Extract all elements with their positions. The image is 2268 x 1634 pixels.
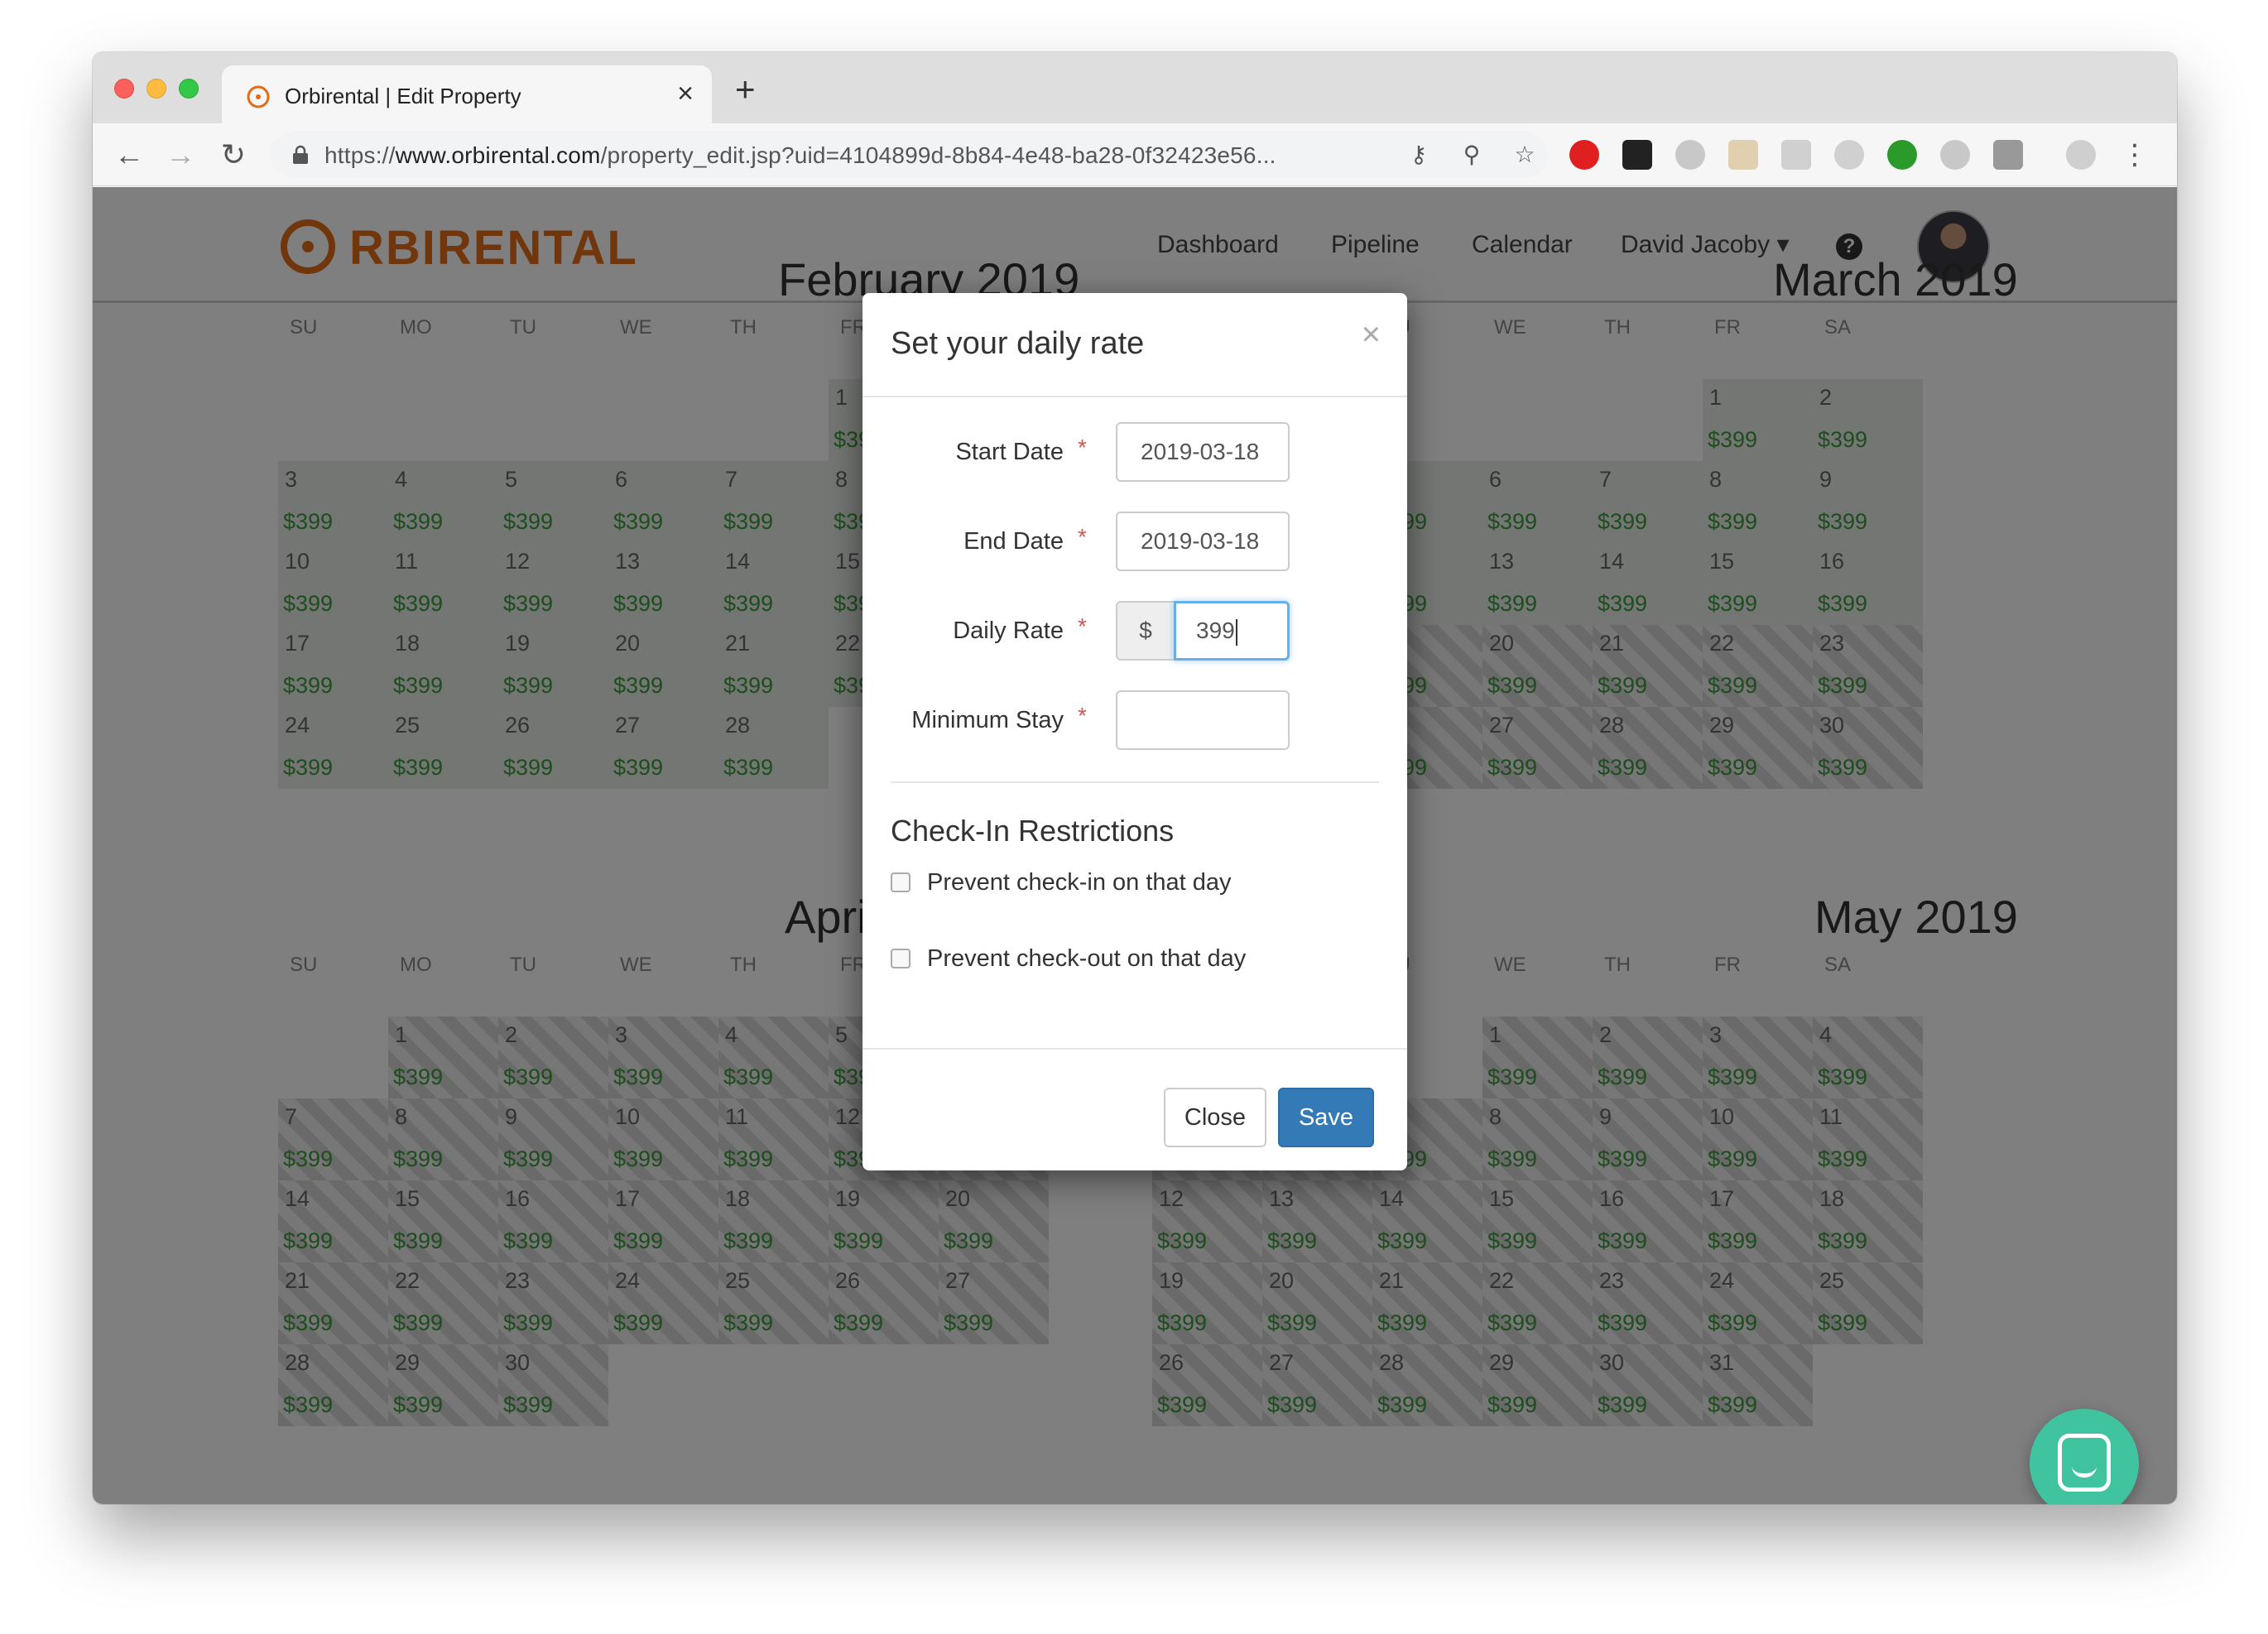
amazon-extension-icon[interactable] [1622,140,1652,170]
java-extension-icon[interactable] [1728,140,1758,170]
zoom-icon[interactable]: ⚲ [1457,140,1487,170]
required-mark: * [1078,524,1087,550]
tab-close-icon[interactable]: × [677,77,694,110]
url-host: www.orbirental.com [395,142,601,168]
close-window-button[interactable] [114,79,134,99]
modal-header-divider [863,396,1407,397]
tab-title: Orbirental | Edit Property [285,84,521,108]
required-mark: * [1078,613,1087,639]
reload-icon[interactable]: ↻ [217,138,250,171]
chat-icon [2058,1434,2111,1492]
required-mark: * [1078,435,1087,460]
key-icon[interactable]: ⚷ [1404,140,1434,170]
maximize-window-button[interactable] [179,79,199,99]
forward-icon[interactable]: → [164,138,197,171]
modal-footer-divider [863,1048,1407,1050]
adblock-extension-icon[interactable] [1569,140,1599,170]
currency-addon: $ [1116,601,1175,661]
orbirental-favicon-icon [247,85,270,108]
daily-rate-label: Daily Rate [953,618,1064,644]
daily-rate-input[interactable]: 399 [1174,601,1290,661]
check-in-restrictions-heading: Check-In Restrictions [891,814,1175,848]
start-date-label: Start Date [955,439,1064,465]
end-date-label: End Date [963,528,1064,555]
browser-toolbar: ← → ↻ https://www.orbirental.com/propert… [93,123,2177,186]
new-tab-button[interactable]: + [735,72,756,107]
facebook-extension-icon[interactable] [1993,140,2023,170]
minimum-stay-input[interactable] [1116,690,1290,750]
form-divider [891,781,1379,783]
extension-icon[interactable] [1887,140,1917,170]
required-mark: * [1078,703,1087,728]
save-button[interactable]: Save [1278,1088,1374,1147]
url-scheme: https:// [324,142,396,168]
end-date-input[interactable]: 2019-03-18 [1116,512,1290,571]
bookmark-star-icon[interactable]: ☆ [1510,140,1540,170]
text-caret [1235,618,1237,646]
url-path: /property_edit.jsp?uid=4104899d-8b84-4e4… [600,142,1276,168]
daily-rate-modal: Set your daily rate × Start Date * 2019-… [863,293,1407,1170]
page-content: RBIRENTAL Dashboard Pipeline Calendar Da… [93,187,2177,1504]
minimum-stay-label: Minimum Stay [911,707,1064,733]
extension-icon[interactable] [1834,140,1864,170]
extension-icon[interactable] [1675,140,1705,170]
menu-dots-icon[interactable]: ⋮ [2121,138,2149,171]
browser-window: Orbirental | Edit Property × + ← → ↻ htt… [93,52,2177,1504]
prevent-checkout-label[interactable]: Prevent check-out on that day [927,944,1246,973]
prevent-checkin-checkbox[interactable] [891,872,911,892]
modal-close-icon[interactable]: × [1362,318,1381,351]
close-button[interactable]: Close [1164,1088,1266,1147]
extension-icon[interactable] [1781,140,1811,170]
start-date-input[interactable]: 2019-03-18 [1116,422,1290,482]
prevent-checkout-checkbox[interactable] [891,949,911,968]
lock-icon [293,145,308,164]
extension-icon[interactable] [1940,140,1970,170]
tab-bar: Orbirental | Edit Property × + [93,52,2177,125]
modal-title: Set your daily rate [891,326,1145,361]
browser-tab[interactable]: Orbirental | Edit Property × [222,65,712,125]
back-icon[interactable]: ← [113,138,146,171]
minimize-window-button[interactable] [147,79,166,99]
daily-rate-value: 399 [1196,618,1235,643]
prevent-checkin-label[interactable]: Prevent check-in on that day [927,867,1232,897]
profile-icon[interactable] [2066,140,2096,170]
url-text: https://www.orbirental.com/property_edit… [324,142,1276,170]
address-bar[interactable]: https://www.orbirental.com/property_edit… [270,132,1548,178]
